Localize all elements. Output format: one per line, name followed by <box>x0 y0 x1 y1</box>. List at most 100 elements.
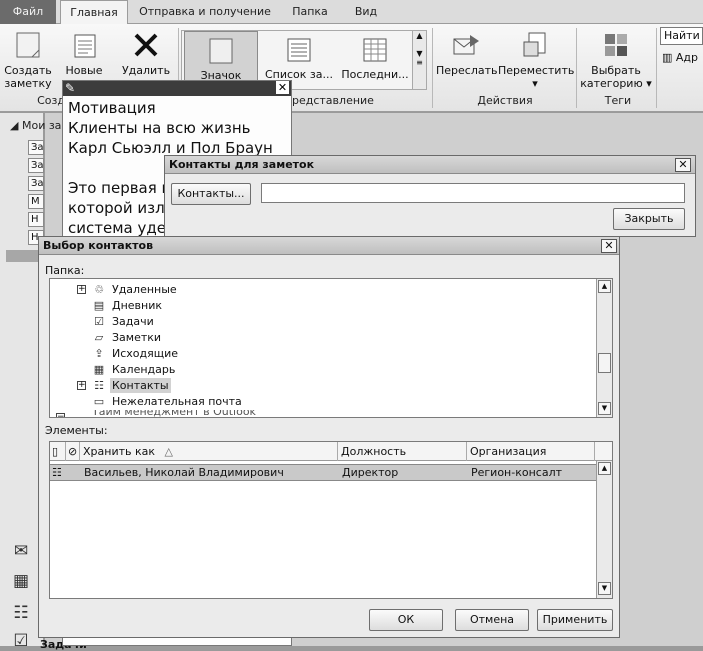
address-book-button[interactable]: ▥ Адр <box>662 51 703 64</box>
tab-view[interactable]: Вид <box>346 0 386 24</box>
create-note-button[interactable]: Создать заметку <box>2 30 54 90</box>
nav-item[interactable]: М <box>28 194 44 209</box>
tree-item-label: Календарь <box>112 363 176 376</box>
cell-position: Директор <box>342 466 399 479</box>
grid-header: ▯ ⊘ Хранить как △ Должность Организация <box>50 442 612 461</box>
tree-item-tasks[interactable]: ☑ Задачи <box>50 314 595 329</box>
calendar-icon: ▦ <box>93 363 105 376</box>
contacts-button[interactable]: Контакты... <box>171 183 251 205</box>
linked-contacts-field[interactable] <box>261 183 685 203</box>
grid-scrollbar[interactable]: ▲ ▼ <box>596 461 612 598</box>
cell-name: Васильев, Николай Владимирович <box>84 466 284 479</box>
group-tags-label: Теги <box>604 94 632 107</box>
list-icon <box>287 38 311 62</box>
view-last-option[interactable]: Последни... <box>338 31 412 89</box>
chevron-down-icon: ▾ <box>646 77 652 90</box>
expand-plus-icon[interactable]: + <box>77 381 86 390</box>
chevron-down-icon: ▾ <box>532 77 538 90</box>
nav-root-label: Мои за <box>21 119 62 132</box>
tree-item-calendar[interactable]: ▦ Календарь <box>50 362 595 377</box>
document-icon[interactable]: ▯ <box>50 442 66 461</box>
tab-folder[interactable]: Папка <box>284 0 336 24</box>
tab-file[interactable]: Файл <box>0 0 56 24</box>
column-header-position[interactable]: Должность <box>338 442 467 461</box>
note-text-line: которой изло <box>68 199 174 217</box>
new-items-button[interactable]: Новые <box>60 30 108 77</box>
nav-item[interactable]: За <box>28 140 44 155</box>
delete-label: Удалить <box>121 64 171 77</box>
calendar-grid-icon <box>363 38 387 62</box>
cell-company: Регион-консалт <box>471 466 563 479</box>
tree-item-deleted[interactable]: + ♲ Удаленные <box>50 282 595 297</box>
nav-root-folder[interactable]: ◢ Мои за <box>10 119 61 132</box>
tree-item-label: Заметки <box>112 331 162 344</box>
ribbon-separator <box>576 28 577 108</box>
attachment-icon[interactable]: ⊘ <box>66 442 80 461</box>
tree-item-label: Нежелательная почта <box>112 395 242 408</box>
note-menu-icon[interactable]: ✎ <box>65 81 79 95</box>
address-book-icon: ▥ <box>662 51 673 64</box>
create-note-label: Создать заметку <box>4 64 52 90</box>
close-icon[interactable]: ✕ <box>276 81 289 94</box>
nav-item[interactable]: За <box>28 176 44 191</box>
categorize-button[interactable]: Выбрать категорию ▾ <box>578 30 654 90</box>
scroll-down-icon[interactable]: ▼ <box>598 582 611 595</box>
forward-button[interactable]: Переслать <box>436 30 498 77</box>
categorize-label: Выбрать категорию <box>580 64 643 90</box>
contacts-icon[interactable]: ☷ <box>10 602 32 624</box>
tree-item-journal[interactable]: ▤ Дневник <box>50 298 595 313</box>
close-button[interactable]: Закрыть <box>613 208 685 230</box>
tree-item-junk[interactable]: ▭ Нежелательная почта <box>50 394 595 409</box>
delete-button[interactable]: Удалить <box>118 30 174 77</box>
tree-item-outbox[interactable]: ⇪ Исходящие <box>50 346 595 361</box>
forward-mail-icon <box>451 30 481 60</box>
close-icon[interactable]: ✕ <box>675 158 691 172</box>
tree-item-notes[interactable]: ▱ Заметки <box>50 330 595 345</box>
new-items-label: Новые <box>65 64 103 77</box>
nav-item[interactable]: Н <box>28 212 44 227</box>
outbox-icon: ⇪ <box>94 347 104 360</box>
scroll-down-icon[interactable]: ▼ <box>598 402 611 415</box>
move-label: Переместить <box>498 64 575 77</box>
gallery-scroll[interactable]: ▲ ▼ ≡ <box>412 31 426 89</box>
contact-card-icon: ☷ <box>52 466 62 479</box>
tree-item-contacts[interactable]: + ☷ Контакты <box>50 378 595 393</box>
scroll-up-icon[interactable]: ▲ <box>598 462 611 475</box>
contacts-icon: ☷ <box>94 379 104 392</box>
contacts-for-notes-dialog: Контакты для заметок ✕ Контакты... Закры… <box>164 155 696 237</box>
tasks-icon[interactable]: ☑ <box>10 630 32 646</box>
move-button[interactable]: Переместить ▾ <box>498 30 575 90</box>
calendar-icon[interactable]: ▦ <box>10 570 32 592</box>
tab-send-receive[interactable]: Отправка и получение <box>134 0 276 24</box>
cancel-button[interactable]: Отмена <box>455 609 529 631</box>
column-header-name[interactable]: Хранить как △ <box>80 442 338 461</box>
tree-item-label: Дневник <box>112 299 163 312</box>
sort-ascending-icon: △ <box>164 445 173 458</box>
tab-home[interactable]: Главная <box>60 0 128 25</box>
tree-item-root[interactable]: − Тайм менеджмент в Outlook <box>50 410 595 418</box>
column-header-company[interactable]: Организация <box>467 442 595 461</box>
note-title-bar[interactable]: ✎ ✕ <box>63 81 291 96</box>
ok-button[interactable]: ОК <box>369 609 443 631</box>
ribbon-separator <box>432 28 433 108</box>
group-view-label: редставление <box>292 94 374 107</box>
items-label: Элементы: <box>45 424 108 437</box>
notes-icon: ▱ <box>94 331 104 344</box>
tree-scrollbar[interactable]: ▲ ▼ <box>596 279 612 417</box>
folder-label: Папка: <box>45 264 85 277</box>
table-row[interactable]: ☷ Васильев, Николай Владимирович Директо… <box>50 464 596 481</box>
scroll-up-icon[interactable]: ▲ <box>598 280 611 293</box>
nav-item[interactable]: За <box>28 158 44 173</box>
search-contacts-input[interactable]: Найти к <box>660 27 703 45</box>
note-text-line: система удер <box>68 219 176 237</box>
apply-button[interactable]: Применить <box>537 609 613 631</box>
collapse-minus-icon[interactable]: − <box>56 413 65 417</box>
scroll-thumb[interactable] <box>598 353 611 373</box>
mail-icon[interactable]: ✉ <box>10 540 32 562</box>
expand-plus-icon[interactable]: + <box>77 285 86 294</box>
tree-item-label: Удаленные <box>112 283 177 296</box>
note-text-line: Мотивация <box>68 99 156 117</box>
select-contacts-dialog: Выбор контактов ✕ Папка: + ♲ Удаленные ▤… <box>38 236 620 638</box>
close-icon[interactable]: ✕ <box>601 239 617 253</box>
tree-item-label: Тайм менеджмент в Outlook <box>92 410 256 418</box>
